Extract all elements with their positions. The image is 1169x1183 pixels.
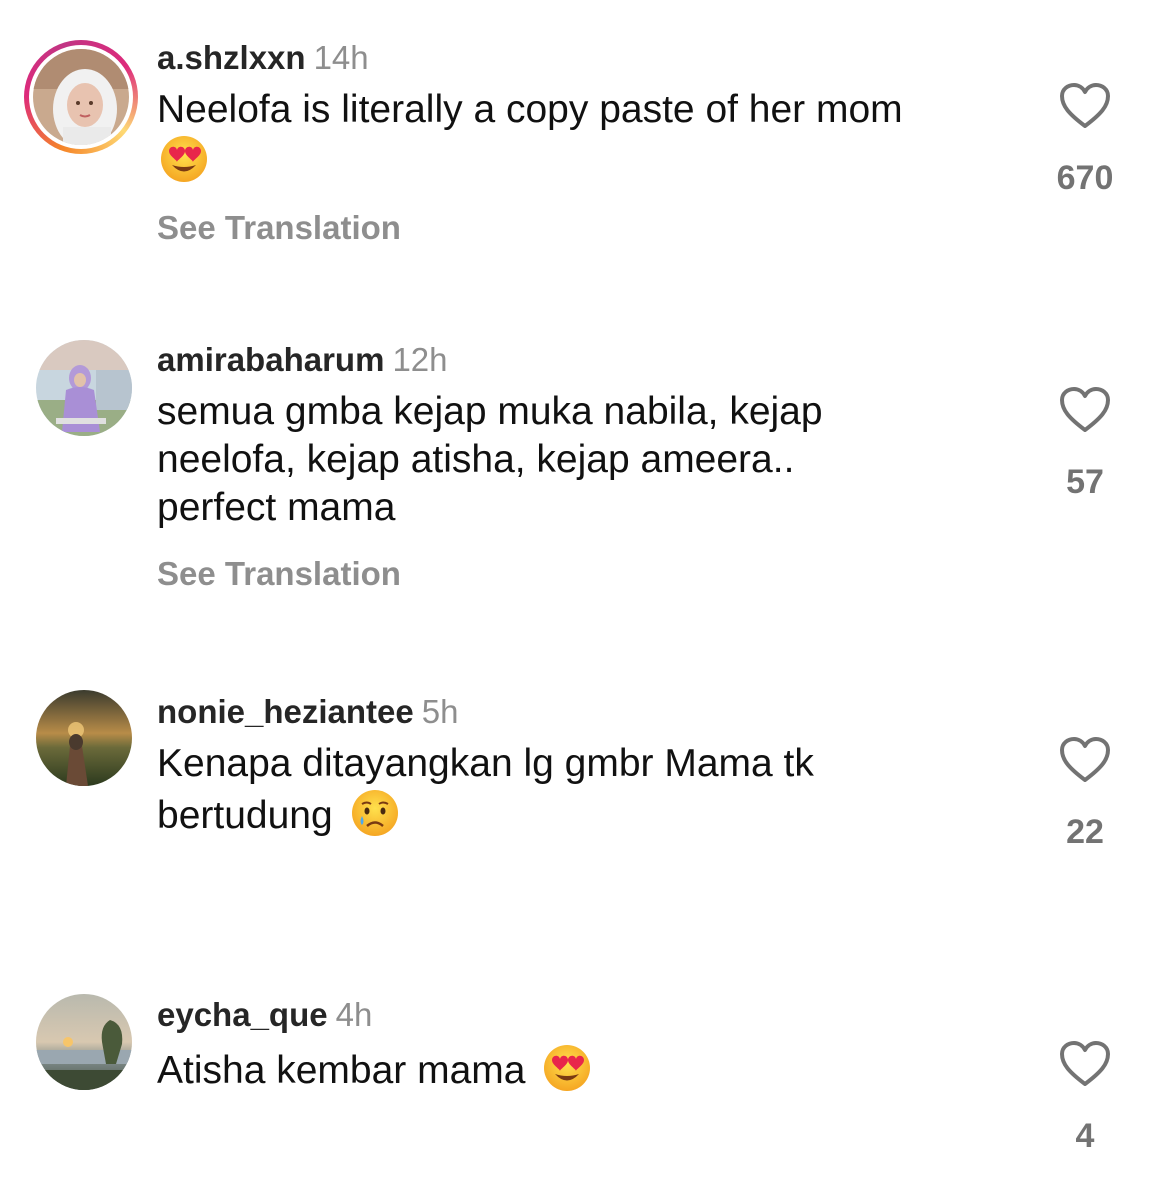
- like-count: 57: [1066, 463, 1104, 501]
- see-translation-link[interactable]: See Translation: [157, 208, 1017, 248]
- timestamp: 12h: [392, 341, 448, 378]
- avatar-image: [36, 994, 132, 1090]
- heart-icon[interactable]: [1059, 82, 1111, 130]
- comment-text: Neelofa is literally a copy paste of her…: [157, 86, 1017, 186]
- avatar-image: [36, 690, 132, 786]
- comment-text: Kenapa ditayangkan lg gmbr Mama tk bertu…: [157, 742, 814, 838]
- heart-eyes-emoji: [159, 134, 209, 184]
- username[interactable]: amirabaharum: [157, 341, 384, 378]
- timestamp: 14h: [313, 39, 369, 76]
- heart-icon[interactable]: [1059, 386, 1111, 434]
- timestamp: 5h: [421, 693, 459, 730]
- avatar[interactable]: [24, 328, 138, 442]
- see-translation-link[interactable]: See Translation: [157, 554, 1017, 594]
- heart-icon[interactable]: [1059, 1040, 1111, 1088]
- comment-text: Atisha kembar mama: [157, 1043, 1017, 1095]
- avatar[interactable]: [24, 982, 138, 1096]
- like-count: 4: [1075, 1117, 1095, 1155]
- heart-eyes-emoji: [542, 1043, 592, 1093]
- avatar[interactable]: [24, 40, 138, 154]
- comment-text: semua gmba kejap muka nabila, kejap neel…: [157, 390, 823, 529]
- like-count: 670: [1056, 159, 1114, 197]
- avatar-image: [36, 340, 132, 436]
- heart-icon[interactable]: [1059, 736, 1111, 784]
- timestamp: 4h: [335, 996, 373, 1033]
- username[interactable]: eycha_que: [157, 996, 328, 1033]
- like-count: 22: [1066, 813, 1104, 851]
- crying-face-emoji: [350, 788, 400, 838]
- username[interactable]: a.shzlxxn: [157, 39, 306, 76]
- avatar-image: [33, 49, 129, 145]
- avatar[interactable]: [24, 678, 138, 792]
- username[interactable]: nonie_heziantee: [157, 693, 414, 730]
